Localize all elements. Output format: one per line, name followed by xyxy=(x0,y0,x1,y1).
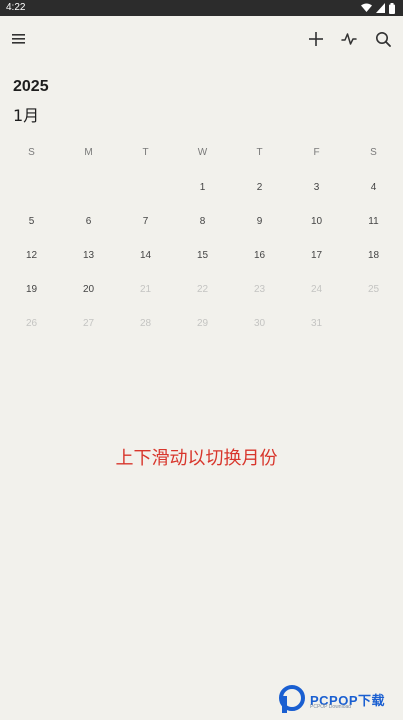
day-cell[interactable]: 22 xyxy=(174,283,231,317)
day-cell[interactable]: 2 xyxy=(231,181,288,215)
add-event-button[interactable] xyxy=(305,28,327,50)
watermark-subtext: PCPOP Download xyxy=(310,704,352,710)
empty-day-cell xyxy=(117,181,174,215)
watermark: PCPOP下载 PCPOP Download xyxy=(278,682,403,716)
day-cell[interactable]: 25 xyxy=(345,283,402,317)
wifi-icon xyxy=(361,3,372,12)
day-cell[interactable]: 10 xyxy=(288,215,345,249)
day-cell[interactable]: 21 xyxy=(117,283,174,317)
day-cell[interactable]: 29 xyxy=(174,317,231,351)
day-cell[interactable]: 15 xyxy=(174,249,231,283)
day-cell[interactable]: 12 xyxy=(3,249,60,283)
weekday-label: S xyxy=(28,147,35,158)
day-cell[interactable]: 6 xyxy=(60,215,117,249)
day-cell[interactable]: 1 xyxy=(174,181,231,215)
menu-icon xyxy=(12,34,25,44)
weekday-label: F xyxy=(313,147,320,158)
day-cell[interactable]: 20 xyxy=(60,283,117,317)
day-cell[interactable]: 28 xyxy=(117,317,174,351)
weekday-header: S M T W T F S xyxy=(3,147,402,158)
day-cell[interactable]: 24 xyxy=(288,283,345,317)
day-cell[interactable]: 18 xyxy=(345,249,402,283)
search-icon xyxy=(376,32,391,47)
day-cell[interactable]: 4 xyxy=(345,181,402,215)
day-cell[interactable]: 9 xyxy=(231,215,288,249)
pcpop-logo-icon xyxy=(279,685,305,713)
day-cell[interactable]: 7 xyxy=(117,215,174,249)
activity-icon xyxy=(341,33,357,45)
search-button[interactable] xyxy=(372,28,394,50)
weekday-label: M xyxy=(84,147,93,158)
plus-icon xyxy=(309,32,323,46)
day-cell[interactable]: 19 xyxy=(3,283,60,317)
calendar-month: 1月 xyxy=(13,106,40,125)
weekday-label: T xyxy=(256,147,263,158)
day-cell[interactable]: 14 xyxy=(117,249,174,283)
battery-icon xyxy=(389,2,395,14)
menu-button[interactable] xyxy=(8,28,30,50)
weekday-label: T xyxy=(142,147,149,158)
status-time: 4:22 xyxy=(6,2,26,13)
weekday-label: S xyxy=(370,147,377,158)
day-cell[interactable]: 5 xyxy=(3,215,60,249)
activity-button[interactable] xyxy=(338,28,360,50)
weekday-label: W xyxy=(197,147,208,158)
calendar-year: 2025 xyxy=(13,78,49,95)
day-cell[interactable]: 31 xyxy=(288,317,345,351)
toolbar xyxy=(0,16,403,62)
swipe-hint: 上下滑动以切换月份 xyxy=(115,448,278,469)
calendar-grid: 1 2 3 4 5 6 7 8 9 10 11 12 13 14 15 16 17 18 19 20 21 22 23 24 2… xyxy=(3,181,402,351)
day-cell[interactable]: 8 xyxy=(174,215,231,249)
day-cell[interactable]: 26 xyxy=(3,317,60,351)
day-cell[interactable]: 11 xyxy=(345,215,402,249)
day-cell[interactable]: 3 xyxy=(288,181,345,215)
day-cell[interactable]: 30 xyxy=(231,317,288,351)
empty-day-cell xyxy=(3,181,60,215)
signal-icon xyxy=(376,3,385,13)
day-cell[interactable]: 13 xyxy=(60,249,117,283)
status-icons xyxy=(361,2,395,14)
day-cell[interactable]: 27 xyxy=(60,317,117,351)
day-cell[interactable]: 17 xyxy=(288,249,345,283)
empty-day-cell xyxy=(60,181,117,215)
day-cell[interactable]: 16 xyxy=(231,249,288,283)
day-cell[interactable]: 23 xyxy=(231,283,288,317)
status-bar: 4:22 xyxy=(0,0,403,16)
